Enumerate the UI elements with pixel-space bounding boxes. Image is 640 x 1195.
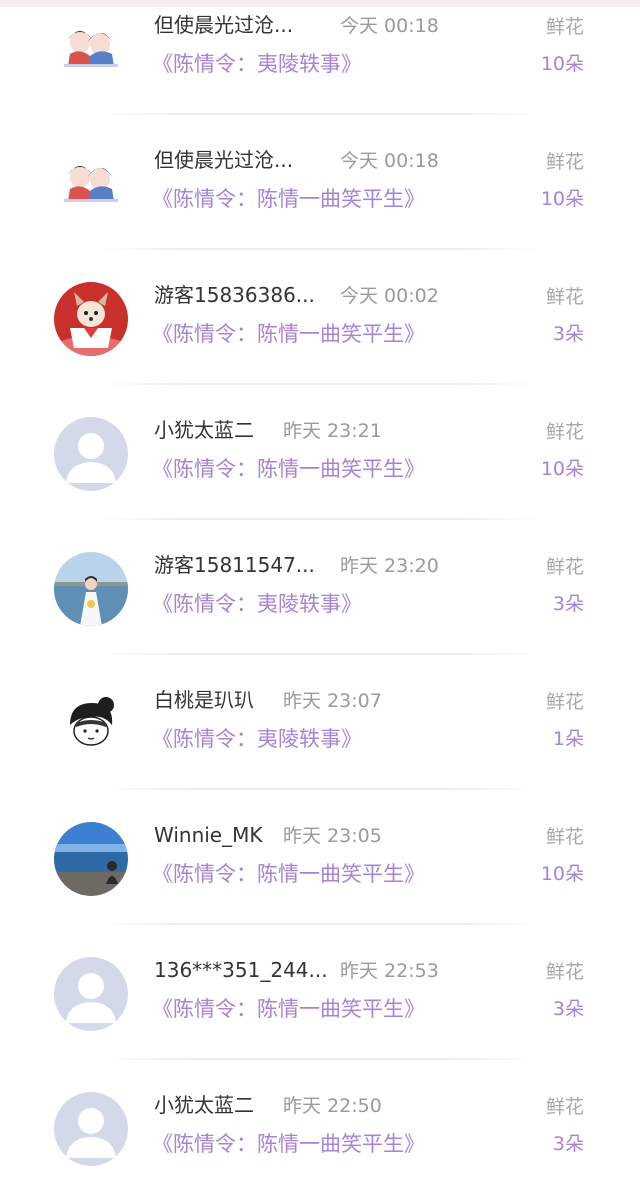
list-item[interactable]: 但使晨光过沧... 今天 00:18 《陈情令：陈情一曲笑平生》 鲜花 10朵: [0, 115, 640, 250]
gift-time: 昨天 23:21: [283, 420, 382, 442]
gift-type-label: 鲜花: [545, 961, 584, 983]
default-user-avatar[interactable]: [54, 957, 128, 1031]
gift-time: 昨天 23:07: [283, 690, 382, 712]
bride-photo-avatar[interactable]: [54, 552, 128, 626]
list-item[interactable]: 白桃是玐玐 昨天 23:07 《陈情令：夷陵轶事》 鲜花 1朵: [0, 655, 640, 790]
gift-time: 今天 00:18: [340, 15, 439, 37]
gift-count: 3朵: [552, 593, 584, 615]
gift-type-label: 鲜花: [545, 1096, 584, 1118]
user-name[interactable]: 小犹太蓝二: [154, 1092, 254, 1118]
gift-time: 昨天 23:05: [283, 825, 382, 847]
drama-title-link[interactable]: 《陈情令：夷陵轶事》: [152, 725, 362, 753]
puppy-cup-avatar[interactable]: [54, 282, 128, 356]
gift-type-label: 鲜花: [545, 691, 584, 713]
gift-count: 3朵: [552, 1133, 584, 1155]
list-item[interactable]: 游客15836386... 今天 00:02 《陈情令：陈情一曲笑平生》 鲜花 …: [0, 250, 640, 385]
user-name[interactable]: 但使晨光过沧...: [154, 147, 293, 173]
drama-title-link[interactable]: 《陈情令：陈情一曲笑平生》: [152, 320, 425, 348]
drama-title-link[interactable]: 《陈情令：陈情一曲笑平生》: [152, 455, 425, 483]
chibi-couple-avatar[interactable]: [54, 12, 128, 86]
gift-count: 10朵: [540, 53, 584, 75]
gift-time: 昨天 22:53: [340, 960, 439, 982]
drama-title-link[interactable]: 《陈情令：夷陵轶事》: [152, 50, 362, 78]
user-name[interactable]: 游客15836386...: [154, 282, 315, 308]
list-item[interactable]: 小犹太蓝二 昨天 23:21 《陈情令：陈情一曲笑平生》 鲜花 10朵: [0, 385, 640, 520]
default-user-avatar[interactable]: [54, 1092, 128, 1166]
gift-record-list: 但使晨光过沧... 今天 00:18 《陈情令：夷陵轶事》 鲜花 10朵 但使晨…: [0, 0, 640, 1195]
gift-count: 1朵: [552, 728, 584, 750]
drama-title-link[interactable]: 《陈情令：夷陵轶事》: [152, 590, 362, 618]
gift-time: 昨天 22:50: [283, 1095, 382, 1117]
drama-title-link[interactable]: 《陈情令：陈情一曲笑平生》: [152, 860, 425, 888]
gift-count: 10朵: [540, 188, 584, 210]
gift-time: 今天 00:02: [340, 285, 439, 307]
drama-title-link[interactable]: 《陈情令：陈情一曲笑平生》: [152, 995, 425, 1023]
gift-time: 今天 00:18: [340, 150, 439, 172]
user-name[interactable]: 小犹太蓝二: [154, 417, 254, 443]
user-name[interactable]: 游客15811547...: [154, 552, 315, 578]
lake-photo-avatar[interactable]: [54, 822, 128, 896]
list-item[interactable]: 游客15811547... 昨天 23:20 《陈情令：夷陵轶事》 鲜花 3朵: [0, 520, 640, 655]
gift-type-label: 鲜花: [545, 421, 584, 443]
gift-time: 昨天 23:20: [340, 555, 439, 577]
list-item[interactable]: 小犹太蓝二 昨天 22:50 《陈情令：陈情一曲笑平生》 鲜花 3朵: [0, 1060, 640, 1195]
gift-type-label: 鲜花: [545, 556, 584, 578]
sketch-character-avatar[interactable]: [54, 687, 128, 761]
gift-type-label: 鲜花: [545, 16, 584, 38]
user-name[interactable]: 白桃是玐玐: [154, 687, 254, 713]
gift-type-label: 鲜花: [545, 286, 584, 308]
list-item[interactable]: Winnie_MK 昨天 23:05 《陈情令：陈情一曲笑平生》 鲜花 10朵: [0, 790, 640, 925]
list-item[interactable]: 136***351_244... 昨天 22:53 《陈情令：陈情一曲笑平生》 …: [0, 925, 640, 1060]
gift-type-label: 鲜花: [545, 151, 584, 173]
gift-count: 10朵: [540, 458, 584, 480]
list-item[interactable]: 但使晨光过沧... 今天 00:18 《陈情令：夷陵轶事》 鲜花 10朵: [0, 0, 640, 115]
gift-count: 3朵: [552, 323, 584, 345]
gift-count: 10朵: [540, 863, 584, 885]
user-name[interactable]: 136***351_244...: [154, 957, 328, 983]
default-user-avatar[interactable]: [54, 417, 128, 491]
drama-title-link[interactable]: 《陈情令：陈情一曲笑平生》: [152, 1130, 425, 1158]
gift-count: 3朵: [552, 998, 584, 1020]
gift-type-label: 鲜花: [545, 826, 584, 848]
chibi-couple-avatar[interactable]: [54, 147, 128, 221]
user-name[interactable]: Winnie_MK: [154, 822, 262, 848]
user-name[interactable]: 但使晨光过沧...: [154, 12, 293, 38]
drama-title-link[interactable]: 《陈情令：陈情一曲笑平生》: [152, 185, 425, 213]
